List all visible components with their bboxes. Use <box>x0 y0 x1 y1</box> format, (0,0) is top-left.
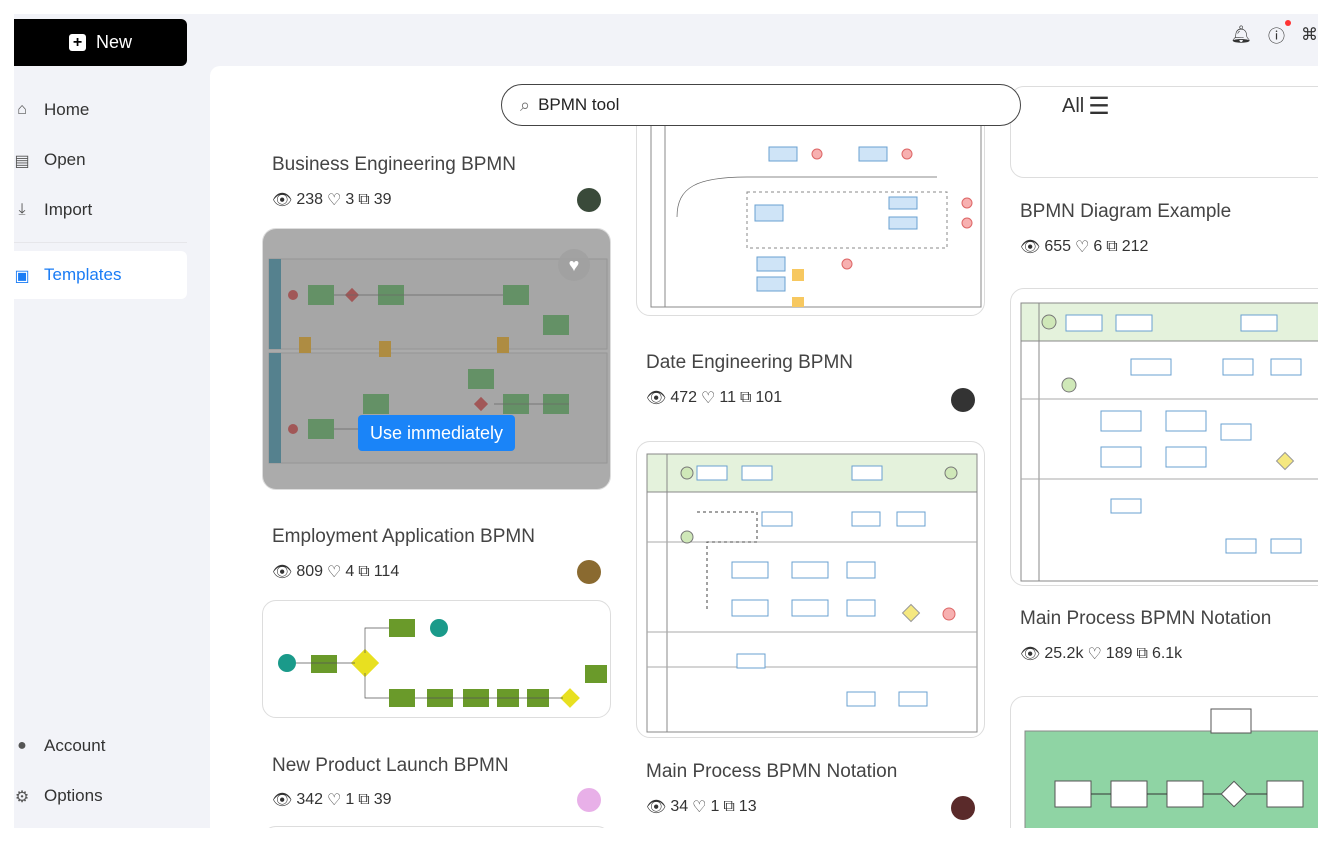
bpmn-preview <box>1020 302 1318 582</box>
sidebar-item-account[interactable]: ● Account <box>14 723 187 769</box>
use-immediately-button[interactable]: Use immediately <box>358 415 515 451</box>
template-title[interactable]: Business Engineering BPMN <box>272 154 516 176</box>
copy-icon: ⧉ <box>723 798 735 815</box>
main-content: ⌕ BPMN tool All ☰ Business Engineering BP… <box>210 66 1318 828</box>
template-thumbnail[interactable] <box>262 826 611 828</box>
filter-all-button[interactable]: All ☰ <box>1062 92 1110 121</box>
template-stats: 👁︎ 25.2k ♡ 189 ⧉ 6.1k <box>1020 645 1183 663</box>
account-icon: ● <box>17 737 27 754</box>
template-stats: 👁︎ 238 ♡ 3 ⧉ 39 <box>272 191 392 209</box>
template-stats: 👁︎ 472 ♡ 11 ⧉ 101 <box>646 389 783 407</box>
app-shell: + New ⌂ Home ▤ Open ⤓ Import ▣ Templates ● Acc… <box>14 14 1318 828</box>
import-icon: ⤓ <box>18 201 26 218</box>
heart-icon: ♡ <box>692 799 707 816</box>
sidebar-item-home[interactable]: ⌂ Home <box>14 87 187 133</box>
eye-icon: 👁︎ <box>272 792 293 809</box>
bpmn-preview <box>646 453 978 733</box>
bpmn-preview <box>278 619 607 708</box>
avatar[interactable] <box>577 560 601 584</box>
bell-icon[interactable]: 🔔︎ <box>1230 25 1252 45</box>
apps-icon[interactable]: ⌘ <box>1301 25 1318 45</box>
template-thumbnail[interactable] <box>636 441 985 738</box>
new-button[interactable]: + New <box>14 19 187 66</box>
copy-icon: ⧉ <box>358 791 370 808</box>
avatar[interactable] <box>577 188 601 212</box>
sidebar-item-open[interactable]: ▤ Open <box>14 137 187 183</box>
template-title[interactable]: Date Engineering BPMN <box>646 352 853 374</box>
sidebar-item-templates[interactable]: ▣ Templates <box>14 251 187 299</box>
template-thumbnail[interactable] <box>262 600 611 718</box>
eye-icon: 👁︎ <box>646 390 667 407</box>
divider <box>14 242 187 243</box>
template-thumbnail[interactable]: ♥ Use immediately <box>262 228 611 490</box>
templates-icon: ▣ <box>14 268 30 285</box>
heart-icon: ♡ <box>1087 646 1102 663</box>
sidebar-item-options[interactable]: ⚙ Options <box>14 773 187 819</box>
menu-icon: ☰ <box>1088 93 1110 120</box>
template-title[interactable]: Main Process BPMN Notation <box>1020 608 1271 630</box>
notification-dot <box>1285 20 1291 26</box>
template-thumbnail[interactable] <box>1010 86 1318 178</box>
eye-icon: 👁︎ <box>272 192 293 209</box>
template-title[interactable]: Employment Application BPMN <box>272 526 535 548</box>
sidebar-item-import[interactable]: ⤓ Import <box>14 187 187 233</box>
heart-icon: ♡ <box>1075 239 1090 256</box>
avatar[interactable] <box>951 388 975 412</box>
heart-icon: ♡ <box>327 564 342 581</box>
template-stats: 👁︎ 655 ♡ 6 ⧉ 212 <box>1020 238 1149 256</box>
template-stats: 👁︎ 342 ♡ 1 ⧉ 39 <box>272 791 392 809</box>
plus-icon: + <box>68 34 86 51</box>
gear-icon: ⚙ <box>14 789 30 806</box>
bpmn-preview <box>1024 708 1318 828</box>
template-stats: 👁︎ 34 ♡ 1 ⧉ 13 <box>646 798 757 816</box>
heart-icon: ♡ <box>327 192 342 209</box>
copy-icon: ⧉ <box>739 389 752 406</box>
eye-icon: 👁︎ <box>1020 646 1041 663</box>
template-title[interactable]: New Product Launch BPMN <box>272 755 509 777</box>
template-title[interactable]: BPMN Diagram Example <box>1020 201 1231 223</box>
home-icon: ⌂ <box>17 101 27 118</box>
template-thumbnail[interactable] <box>1010 696 1318 828</box>
help-icon[interactable]: ⓘ <box>1268 20 1291 47</box>
eye-icon: 👁︎ <box>646 799 667 816</box>
top-toolbar: 🔔︎ ⓘ ⌘ <box>1230 20 1318 47</box>
heart-icon: ♡ <box>327 792 342 809</box>
eye-icon: 👁︎ <box>272 564 293 581</box>
copy-icon: ⧉ <box>358 563 370 580</box>
favorite-button[interactable]: ♥ <box>558 249 590 281</box>
copy-icon: ⧉ <box>1136 645 1148 662</box>
template-title[interactable]: Main Process BPMN Notation <box>646 761 897 783</box>
heart-icon: ♡ <box>701 390 716 407</box>
template-thumbnail[interactable] <box>1010 288 1318 586</box>
template-stats: 👁︎ 809 ♡ 4 ⧉ 114 <box>272 563 400 581</box>
template-thumbnail[interactable] <box>636 106 985 316</box>
copy-icon: ⧉ <box>358 191 370 208</box>
search-input[interactable]: ⌕ BPMN tool <box>501 84 1021 126</box>
bpmn-preview <box>650 116 982 308</box>
avatar[interactable] <box>577 788 601 812</box>
avatar[interactable] <box>951 796 975 820</box>
copy-icon: ⧉ <box>1106 238 1118 255</box>
eye-icon: 👁︎ <box>1020 239 1041 256</box>
file-icon: ▤ <box>14 153 30 170</box>
search-icon: ⌕ <box>520 94 531 115</box>
